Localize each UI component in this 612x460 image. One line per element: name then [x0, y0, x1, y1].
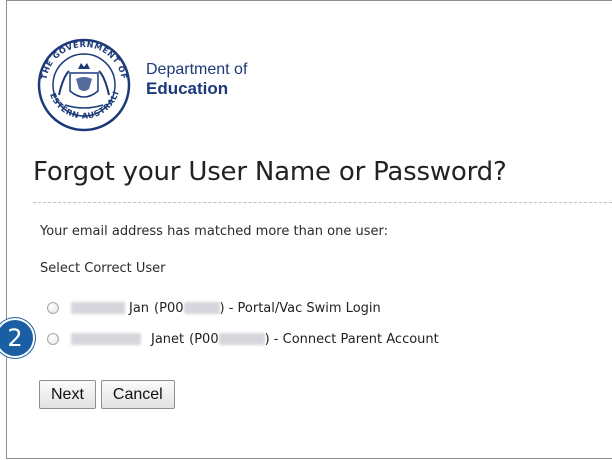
user-1-radio[interactable]: [47, 302, 59, 314]
title-divider: [33, 202, 612, 203]
user-1-id-prefix: (P00: [154, 300, 184, 316]
user-2-radio[interactable]: [47, 333, 59, 345]
user-2-name: Janet: [151, 331, 185, 347]
form-actions: Next Cancel: [39, 380, 175, 409]
user-2-id-prefix: (P00: [189, 331, 219, 347]
government-seal-icon: THE GOVERNMENT OF WESTERN AUSTRALIA: [29, 33, 131, 132]
page-title: Forgot your User Name or Password?: [33, 157, 507, 187]
user-option-1[interactable]: Jan (P00 ) - Portal/Vac Swim Login: [47, 299, 381, 317]
user-2-account-type: ) - Connect Parent Account: [264, 331, 439, 347]
redacted-id: [183, 302, 220, 314]
select-user-label: Select Correct User: [40, 261, 166, 276]
department-name-line1: Department of: [146, 61, 248, 78]
match-message: Your email address has matched more than…: [40, 224, 388, 239]
user-option-2[interactable]: Janet (P00 ) - Connect Parent Account: [47, 330, 439, 348]
redacted-surname: [71, 302, 125, 314]
user-1-account-type: ) - Portal/Vac Swim Login: [219, 300, 381, 316]
department-name-line2: Education: [146, 79, 229, 98]
next-button[interactable]: Next: [39, 380, 96, 409]
redacted-id: [218, 333, 265, 345]
user-1-name: Jan: [129, 300, 150, 316]
redacted-surname: [71, 333, 141, 345]
cancel-button[interactable]: Cancel: [100, 380, 175, 409]
department-name: Department of Education: [146, 60, 247, 98]
department-logo: THE GOVERNMENT OF WESTERN AUSTRALIA Depa…: [29, 33, 269, 134]
